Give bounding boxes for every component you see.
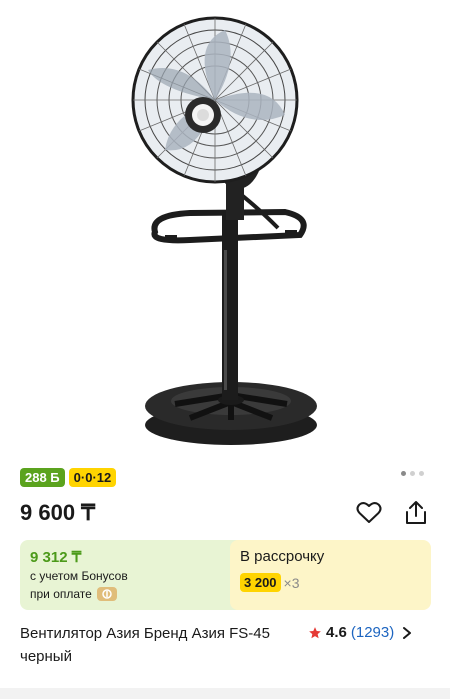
gallery-dot[interactable] xyxy=(419,471,424,476)
bonus-payment-note: при оплате xyxy=(30,587,117,601)
share-button[interactable] xyxy=(401,498,431,528)
review-count[interactable]: (1293) xyxy=(351,624,394,641)
installment-badge: 0·0·12 xyxy=(68,468,117,487)
installment-terms: 3 200 ×3 xyxy=(240,573,300,592)
product-image-gallery[interactable] xyxy=(0,0,450,458)
promo-badges: 288 Б 0·0·12 xyxy=(20,468,117,487)
gallery-dot[interactable] xyxy=(410,471,415,476)
favorite-button[interactable] xyxy=(354,498,384,528)
gallery-pagination xyxy=(401,471,424,476)
heart-icon xyxy=(356,502,382,523)
bonus-badge: 288 Б xyxy=(20,468,65,487)
bonus-price-card[interactable]: 9 312 ₸ с учетом Бонусов при оплате xyxy=(20,540,248,610)
installment-months: ×3 xyxy=(283,574,300,591)
section-divider xyxy=(0,688,450,699)
share-icon xyxy=(406,501,426,524)
rating-link[interactable]: 4.6 (1293) xyxy=(308,624,412,641)
installment-title: В рассрочку xyxy=(240,548,325,565)
rating-value: 4.6 xyxy=(326,624,347,641)
installment-amount: 3 200 xyxy=(240,573,281,592)
bonus-price: 9 312 ₸ xyxy=(30,549,82,566)
bonus-payment-label: при оплате xyxy=(30,587,92,601)
star-icon xyxy=(309,626,321,638)
product-image xyxy=(131,16,317,445)
product-title: Вентилятор Азия Бренд Азия FS-45 черный xyxy=(20,625,270,665)
installment-card[interactable]: В рассрочку 3 200 ×3 xyxy=(230,540,431,610)
product-price: 9 600 ₸ xyxy=(20,500,96,525)
gallery-dot[interactable] xyxy=(401,471,406,476)
bonus-note: с учетом Бонусов xyxy=(30,569,128,583)
chevron-right-icon xyxy=(403,626,412,639)
bonus-coin-icon xyxy=(96,587,117,601)
